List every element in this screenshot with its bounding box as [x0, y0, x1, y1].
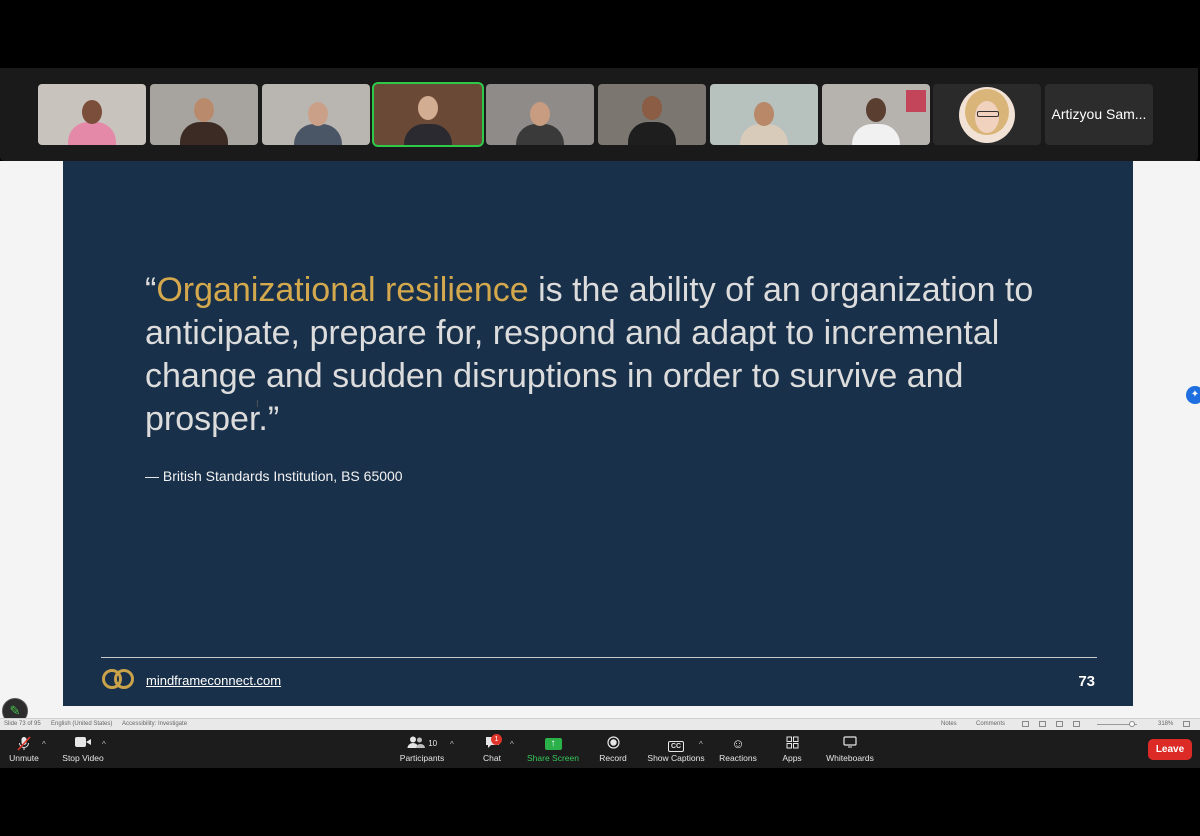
participants-count: 10 — [428, 739, 438, 748]
reactions-label: Reactions — [719, 753, 757, 763]
slide-divider — [101, 657, 1097, 658]
whiteboard-icon — [822, 736, 878, 751]
participants-options-caret-icon[interactable]: ^ — [450, 740, 454, 749]
slideshow-icon[interactable] — [1073, 721, 1080, 727]
chat-label: Chat — [483, 753, 501, 763]
reading-view-icon[interactable] — [1056, 721, 1063, 727]
zoom-meeting-window: “Organizational resilience is the abilit… — [0, 0, 1200, 836]
closed-captions-icon: CC — [646, 736, 706, 752]
slide-number: 73 — [1078, 673, 1095, 690]
zoom-level: 318% — [1158, 721, 1174, 727]
stop-video-label: Stop Video — [62, 753, 104, 763]
fit-to-window-icon[interactable] — [1183, 721, 1190, 727]
quote-attribution: — British Standards Institution, BS 6500… — [145, 468, 403, 484]
participant-gallery: Artizyou Sam... — [0, 68, 1198, 161]
participant-video-tile[interactable] — [822, 84, 930, 145]
participant-video-tile[interactable] — [598, 84, 706, 145]
participants-button[interactable]: 10 Participants — [398, 730, 446, 768]
video-camera-icon — [60, 736, 106, 751]
whiteboards-label: Whiteboards — [826, 753, 874, 763]
participant-video-tile[interactable] — [150, 84, 258, 145]
share-arrow-icon: ↑ — [544, 738, 562, 750]
participants-label: Participants — [399, 753, 445, 763]
smiley-plus-icon: ☺ — [731, 736, 745, 751]
apps-button[interactable]: Apps — [776, 730, 808, 768]
participant-avatar-tile[interactable] — [933, 84, 1041, 145]
comments-button[interactable]: Comments — [976, 721, 1005, 727]
avatar — [959, 87, 1015, 143]
stop-video-button[interactable]: Stop Video — [60, 730, 106, 768]
notes-button[interactable]: Notes — [941, 721, 957, 727]
leave-button[interactable]: Leave — [1148, 739, 1192, 760]
accessibility-status[interactable]: Accessibility: Investigate — [122, 721, 187, 727]
language-indicator[interactable]: English (United States) — [51, 721, 112, 727]
footer-link[interactable]: mindframeconnect.com — [146, 673, 281, 688]
quote-open-mark: “ — [145, 271, 157, 309]
normal-view-icon[interactable] — [1022, 721, 1029, 727]
share-screen-label: Share Screen — [527, 753, 579, 763]
share-screen-button[interactable]: ↑ Share Screen — [526, 730, 580, 768]
participant-video-tile-active-speaker[interactable] — [374, 84, 482, 145]
cc-icon-text: CC — [667, 741, 685, 752]
presentation-slide: “Organizational resilience is the abilit… — [63, 161, 1133, 706]
show-captions-button[interactable]: CC Show Captions — [646, 730, 706, 768]
video-options-caret-icon[interactable]: ^ — [102, 740, 106, 749]
record-button[interactable]: Record — [594, 730, 632, 768]
apps-label: Apps — [782, 753, 802, 763]
audio-options-caret-icon[interactable]: ^ — [42, 740, 46, 749]
unmute-button[interactable]: Unmute — [2, 730, 46, 768]
show-captions-label: Show Captions — [647, 753, 705, 763]
unmute-label: Unmute — [9, 753, 39, 763]
text-cursor-icon: I — [256, 399, 259, 410]
chat-unread-badge: 1 — [491, 734, 502, 745]
record-icon — [594, 736, 632, 751]
slide-sorter-icon[interactable] — [1039, 721, 1046, 727]
quote-highlight: Organizational resilience — [156, 271, 529, 309]
participant-video-tile[interactable] — [486, 84, 594, 145]
dropbox-icon[interactable]: ✦ — [1186, 386, 1200, 404]
slide-position: Slide 73 of 95 — [4, 721, 41, 727]
participant-video-tile[interactable] — [710, 84, 818, 145]
participant-video-tile[interactable] — [262, 84, 370, 145]
muted-microphone-icon — [2, 736, 46, 751]
participant-name-tile[interactable]: Artizyou Sam... — [1045, 84, 1153, 145]
slide-quote: “Organizational resilience is the abilit… — [145, 269, 1105, 441]
zoom-slider-thumb[interactable] — [1129, 721, 1135, 727]
apps-grid-icon — [776, 736, 808, 751]
captions-options-caret-icon[interactable]: ^ — [699, 740, 703, 749]
shared-screen-area: “Organizational resilience is the abilit… — [0, 161, 1200, 730]
whiteboards-button[interactable]: Whiteboards — [822, 730, 878, 768]
reactions-button[interactable]: ☺ Reactions — [716, 730, 760, 768]
record-label: Record — [599, 753, 627, 763]
mindframe-logo-icon — [102, 669, 134, 689]
participants-icon: 10 — [398, 736, 446, 751]
participant-video-tile[interactable] — [38, 84, 146, 145]
chat-button[interactable]: 1 Chat — [474, 730, 510, 768]
chat-options-caret-icon[interactable]: ^ — [510, 740, 514, 749]
meeting-toolbar: Unmute ^ Stop Video ^ 10 Participants ^ … — [0, 730, 1200, 768]
